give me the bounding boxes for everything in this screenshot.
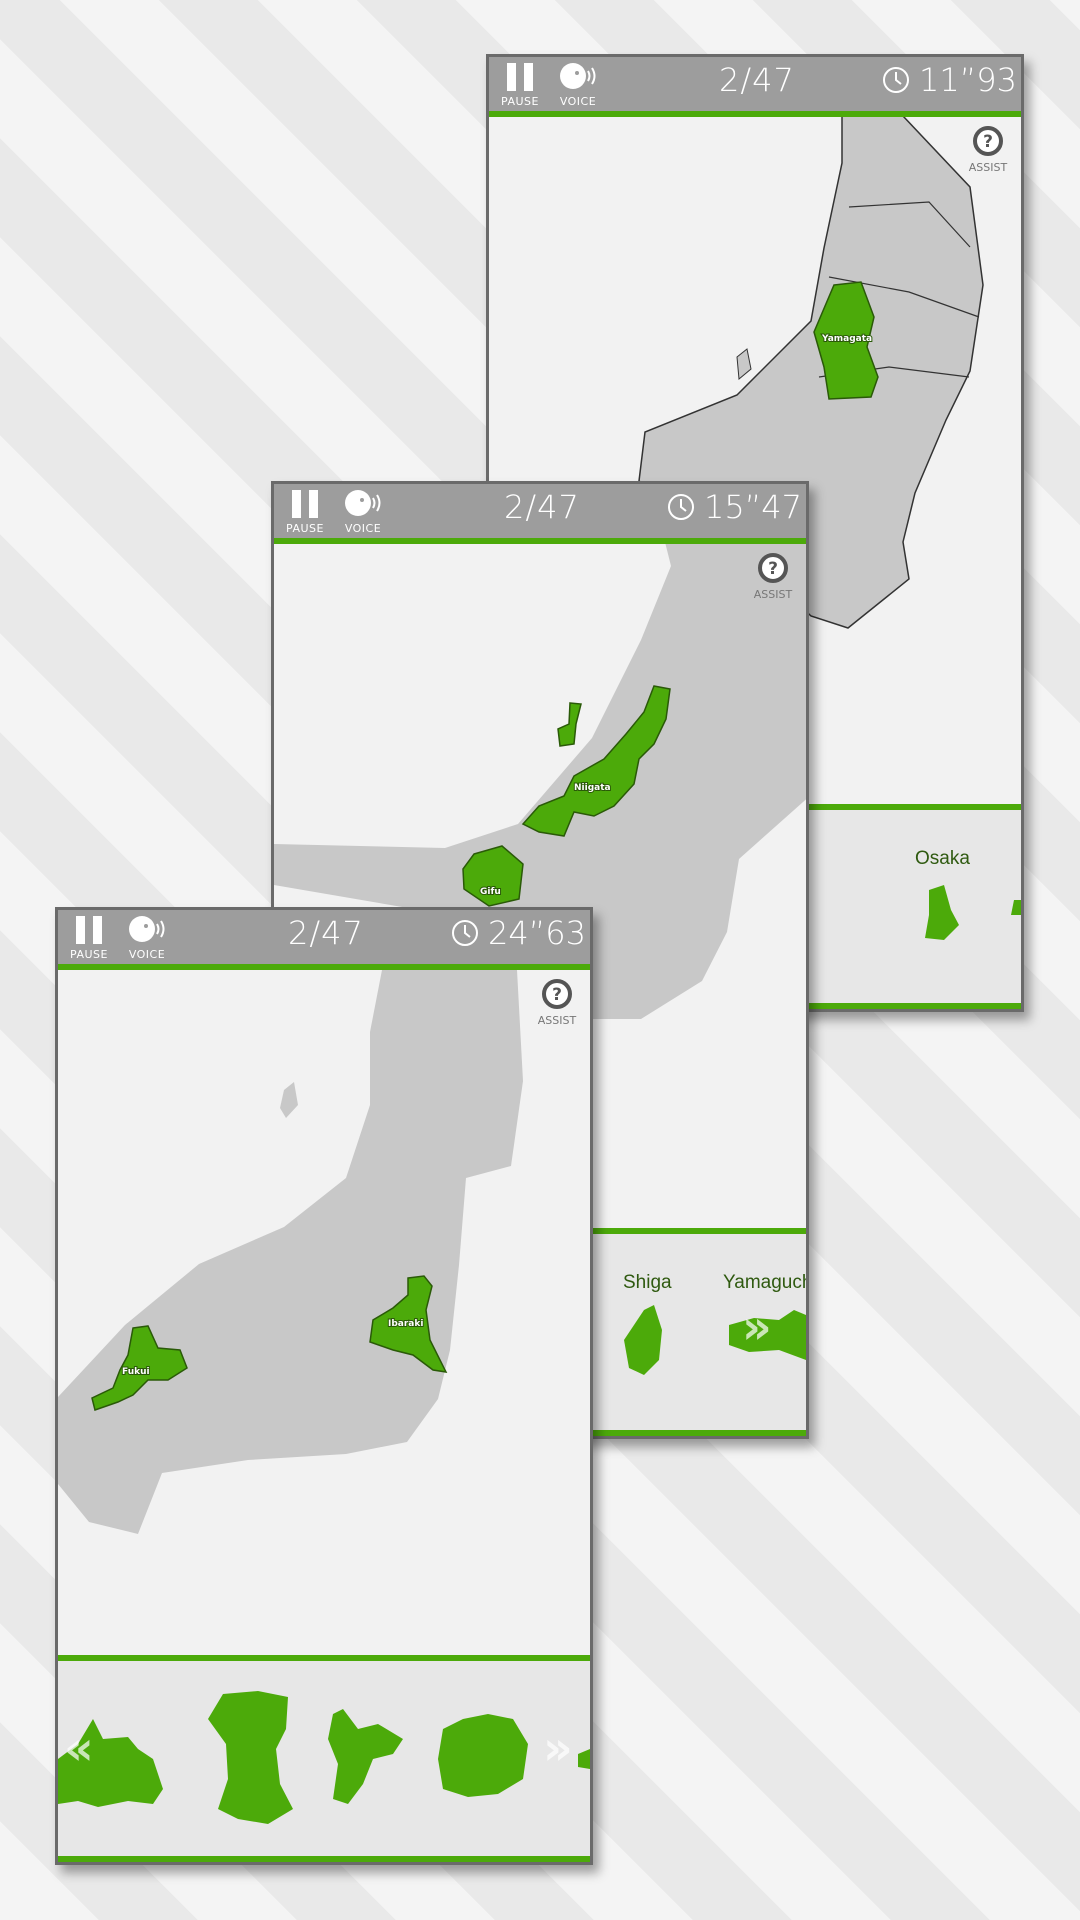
- assist-label: ASSIST: [968, 161, 1008, 174]
- voice-icon: [560, 63, 596, 89]
- timer-value: 11”93: [918, 61, 1017, 99]
- pause-label: PAUSE: [286, 522, 324, 535]
- voice-button[interactable]: VOICE: [553, 61, 603, 108]
- pause-label: PAUSE: [70, 948, 108, 961]
- tray-piece[interactable]: [1011, 900, 1021, 915]
- chevron-right-icon[interactable]: »: [742, 1300, 772, 1354]
- assist-label: ASSIST: [537, 1014, 577, 1027]
- voice-button[interactable]: VOICE: [338, 488, 388, 535]
- progress-counter: 2/47: [719, 61, 795, 99]
- tray-piece[interactable]: [208, 1691, 293, 1824]
- clock-icon: [882, 67, 909, 93]
- tray-piece[interactable]: [328, 1709, 403, 1804]
- map-label-yamagata: Yamagata: [821, 334, 872, 344]
- clock-icon: [451, 920, 478, 946]
- game-screen-front: PAUSE VOICE 2/47 24”63 Fukui Ibaraki ? A…: [55, 907, 593, 1865]
- voice-icon: [345, 490, 381, 516]
- pause-icon: [76, 916, 102, 944]
- pause-icon: [292, 490, 318, 518]
- assist-question-icon: ?: [542, 979, 572, 1009]
- voice-label: VOICE: [128, 948, 166, 961]
- voice-button[interactable]: VOICE: [122, 914, 172, 961]
- assist-button[interactable]: ? ASSIST: [748, 552, 798, 601]
- chevron-right-icon[interactable]: »: [543, 1721, 573, 1775]
- svg-text:?: ?: [768, 559, 778, 579]
- timer: 15”47: [666, 488, 802, 526]
- clock-icon: [667, 494, 694, 520]
- assist-button[interactable]: ? ASSIST: [532, 978, 582, 1027]
- timer: 24”63: [450, 914, 586, 952]
- map-label-fukui: Fukui: [122, 1367, 150, 1377]
- map-label-gifu: Gifu: [480, 887, 501, 897]
- timer: 11”93: [881, 61, 1017, 99]
- progress-counter: 2/47: [504, 488, 580, 526]
- honshu-landmass: [58, 970, 523, 1534]
- tray-piece[interactable]: [438, 1714, 528, 1797]
- pause-label: PAUSE: [501, 95, 539, 108]
- progress-counter: 2/47: [288, 914, 364, 952]
- tray-piece[interactable]: [624, 1305, 662, 1375]
- timer-value: 15”47: [703, 488, 802, 526]
- tray-piece[interactable]: [925, 885, 959, 940]
- prefecture-tray: « »: [58, 1655, 590, 1862]
- svg-text:?: ?: [983, 132, 993, 152]
- tray-label: Shiga: [623, 1272, 672, 1293]
- map-label-niigata: Niigata: [574, 783, 611, 793]
- pause-icon: [507, 63, 533, 91]
- chevron-left-icon[interactable]: «: [64, 1721, 94, 1775]
- tray-label: Osaka: [915, 848, 970, 869]
- assist-question-icon: ?: [758, 553, 788, 583]
- svg-text:?: ?: [552, 985, 562, 1005]
- tray-piece[interactable]: [578, 1749, 590, 1769]
- map-label-ibaraki: Ibaraki: [388, 1319, 423, 1329]
- top-bar: PAUSE VOICE 2/47 11”93: [489, 57, 1021, 117]
- voice-label: VOICE: [344, 522, 382, 535]
- map[interactable]: Fukui Ibaraki: [58, 970, 590, 1660]
- tray-label: Yamaguchi: [723, 1272, 809, 1293]
- timer-value: 24”63: [487, 914, 586, 952]
- prefecture-niigata-sado[interactable]: [557, 702, 582, 747]
- top-bar: PAUSE VOICE 2/47 24”63: [58, 910, 590, 970]
- assist-button[interactable]: ? ASSIST: [963, 125, 1013, 174]
- tray-shapes: [58, 1691, 590, 1824]
- assist-label: ASSIST: [753, 588, 793, 601]
- voice-label: VOICE: [559, 95, 597, 108]
- assist-question-icon: ?: [973, 126, 1003, 156]
- voice-icon: [129, 916, 165, 942]
- top-bar: PAUSE VOICE 2/47 15”47: [274, 484, 806, 544]
